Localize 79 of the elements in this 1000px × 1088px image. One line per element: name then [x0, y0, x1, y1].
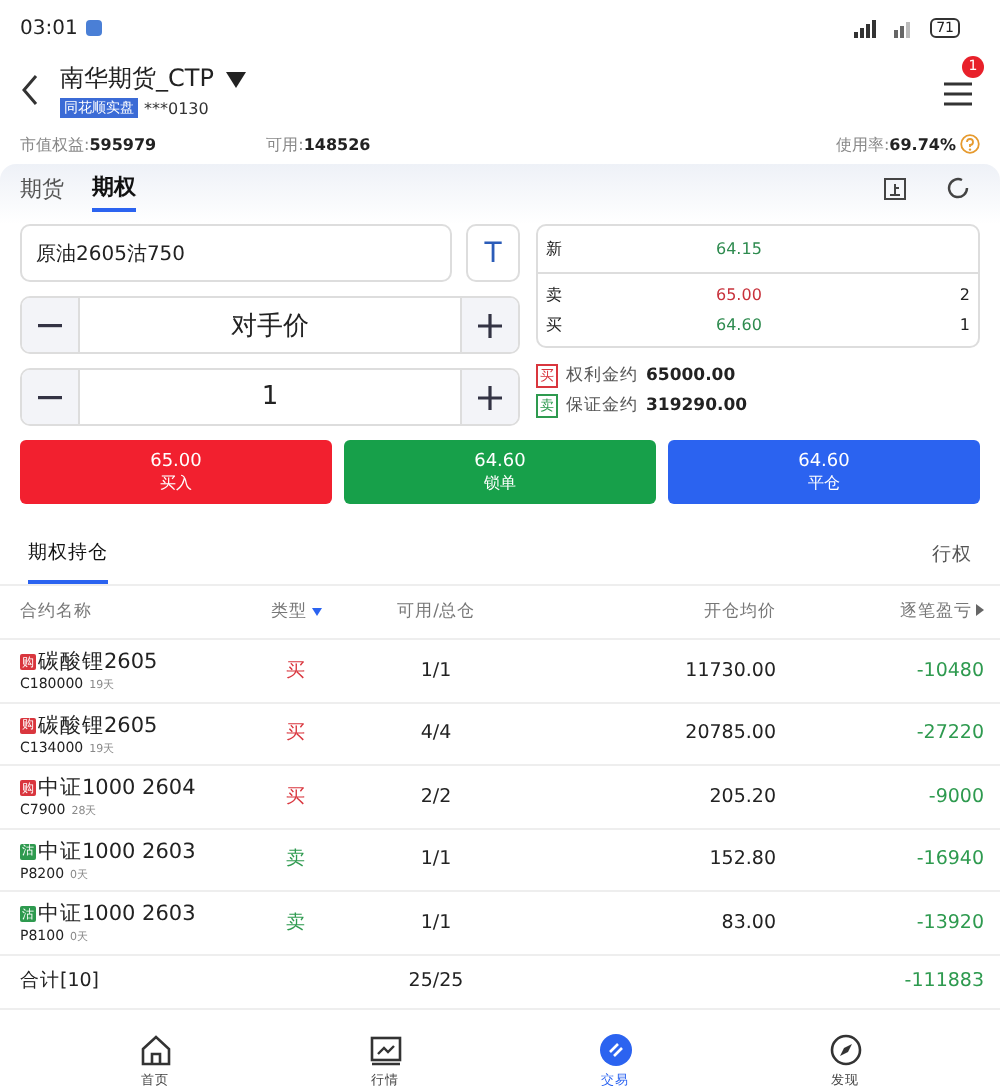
side-label: 买: [284, 657, 308, 684]
stop-order-icon[interactable]: [884, 177, 906, 199]
account-number: ***0130: [144, 99, 209, 117]
minus-button[interactable]: [22, 370, 78, 424]
quote-volume: 1: [959, 316, 970, 334]
side-label: 卖: [284, 846, 308, 873]
plus-button[interactable]: [462, 298, 518, 352]
column-header[interactable]: 逐笔盈亏: [776, 600, 984, 624]
margin-label: 保证金约: [566, 393, 638, 417]
account-title[interactable]: 南华期货_CTP: [60, 62, 214, 96]
total-position: 25/25: [406, 970, 466, 992]
tab[interactable]: 期货: [20, 164, 64, 212]
side-label: 卖: [284, 909, 308, 936]
side-label: 买: [284, 720, 308, 747]
minus-icon: [38, 323, 62, 327]
contract-name[interactable]: 碳酸锂2605: [38, 648, 158, 677]
plus-icon: [478, 313, 502, 337]
table-cell-text: 11730.00: [683, 659, 776, 682]
column-header: 合约名称: [20, 600, 94, 624]
chart-icon: [369, 1033, 401, 1065]
minus-icon: [38, 395, 62, 399]
contract-name[interactable]: 中证1000 2603: [38, 837, 196, 866]
table-cell-text: 205.20: [707, 785, 776, 808]
side-label: 买: [284, 783, 308, 810]
quote-label: 新: [546, 238, 564, 260]
pnl-value: -13920: [914, 911, 984, 934]
pnl-value: -27220: [914, 722, 984, 745]
quote-price: 64.15: [716, 240, 764, 258]
table-cell-text: 20785.00: [683, 722, 776, 745]
quote-volume: 2: [959, 286, 970, 304]
trade-icon: [599, 1033, 631, 1065]
summary-stat: 市值权益:595979: [20, 133, 157, 155]
sort-icon[interactable]: [311, 604, 321, 616]
summary-stat: 使用率:69.74%: [835, 133, 956, 155]
table-cell-text: 83.00: [719, 911, 776, 934]
refresh-icon[interactable]: [946, 176, 970, 200]
quote-label: 卖: [546, 284, 564, 306]
quote-price: 65.00: [716, 286, 764, 304]
margin-value: 319290.00: [646, 395, 748, 415]
order-button[interactable]: 65.00 买入: [20, 440, 332, 504]
summary-stat: 可用:148526: [266, 133, 371, 155]
table-cell-text: 1/1: [418, 911, 454, 934]
home-icon: [139, 1033, 171, 1065]
table-cell-text: 152.80: [707, 848, 776, 871]
contract-name[interactable]: 中证1000 2604: [38, 774, 196, 803]
plus-icon: [478, 385, 502, 409]
table-cell-text: 2/2: [418, 785, 454, 808]
menu-icon[interactable]: [944, 81, 972, 105]
contract-field[interactable]: 原油2605沽750: [20, 224, 452, 282]
chevron-icon[interactable]: [976, 604, 984, 616]
margin-label: 权利金约: [566, 363, 638, 387]
t-button[interactable]: T: [466, 224, 520, 282]
column-header[interactable]: 类型: [256, 600, 336, 624]
total-label: 合计[10]: [20, 968, 102, 994]
plus-button[interactable]: [462, 370, 518, 424]
pnl-value: -10480: [914, 659, 984, 682]
total-pnl: -111883: [902, 970, 984, 992]
back-icon[interactable]: [20, 74, 40, 106]
compass-icon: [829, 1033, 861, 1065]
dropdown-icon[interactable]: [225, 71, 246, 87]
minus-button[interactable]: [22, 298, 78, 352]
column-header: 开仓均价: [702, 600, 776, 624]
contract-name[interactable]: 碳酸锂2605: [38, 711, 158, 740]
position-tab[interactable]: 行权: [932, 524, 972, 584]
margin-value: 65000.00: [646, 365, 736, 385]
column-header: 可用/总仓: [395, 600, 477, 624]
order-button[interactable]: 64.60 平仓: [668, 440, 980, 504]
status-time: 03:01: [20, 17, 78, 39]
contract-name[interactable]: 中证1000 2603: [38, 900, 196, 929]
table-cell-text: 4/4: [418, 722, 454, 745]
tab[interactable]: 期权: [92, 164, 136, 212]
quote-label: 买: [546, 314, 564, 336]
table-cell-text: 1/1: [418, 659, 454, 682]
pnl-value: -9000: [926, 785, 984, 808]
pnl-value: -16940: [914, 848, 984, 871]
quote-price: 64.60: [716, 316, 764, 334]
position-tab[interactable]: 期权持仓: [28, 524, 108, 584]
notification-icon: [85, 20, 102, 36]
table-cell-text: 1/1: [418, 848, 454, 871]
